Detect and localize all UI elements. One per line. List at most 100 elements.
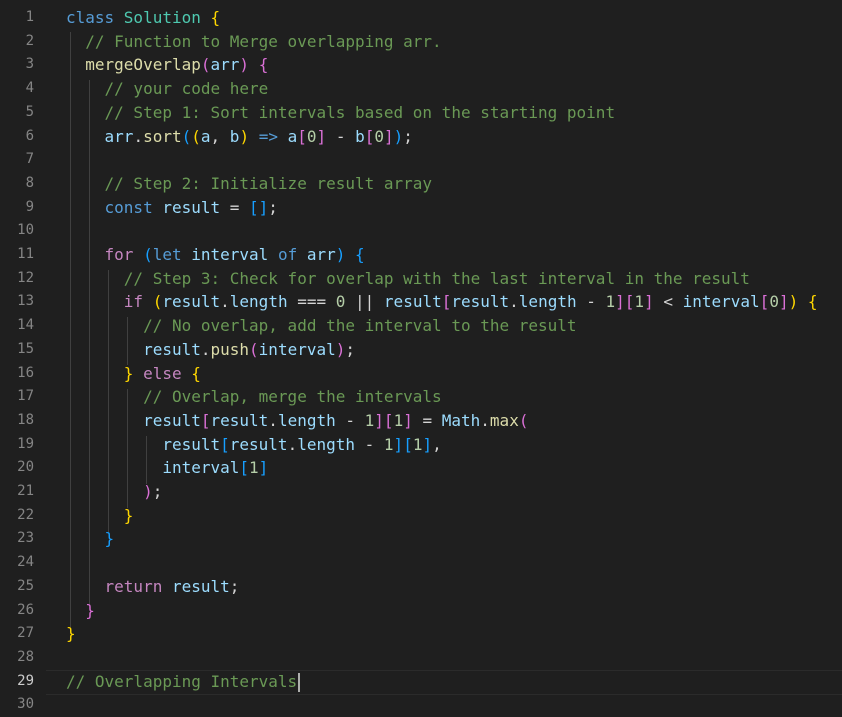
code-line[interactable]: 12 // Step 3: Check for overlap with the… (0, 267, 842, 291)
code-line[interactable]: 19 result[result.length - 1][1], (0, 433, 842, 457)
line-code: } else { (66, 362, 201, 386)
line-code: // No overlap, add the interval to the r… (66, 314, 576, 338)
code-line[interactable]: 27} (0, 622, 842, 646)
code-token: // Step 3: Check for overlap with the la… (123, 268, 750, 288)
line-code: } (66, 622, 76, 646)
code-line[interactable]: 1 class Solution { (0, 6, 842, 30)
code-line[interactable]: 22 } (0, 504, 842, 528)
code-line[interactable]: 9 const result = []; (0, 196, 842, 220)
code-token: max (489, 410, 519, 430)
code-token: } (66, 624, 76, 644)
code-token: ] (778, 292, 789, 312)
code-line[interactable]: 14 // No overlap, add the interval to th… (0, 314, 842, 338)
code-token: [ (220, 434, 230, 454)
code-line[interactable]: 11 for (let interval of arr) { (0, 243, 842, 267)
code-token: { (210, 8, 221, 27)
code-line[interactable]: 16 } else { (0, 362, 842, 386)
code-line[interactable]: 7 (0, 148, 842, 172)
code-line[interactable]: 18 result[result.length - 1][1] = Math.m… (0, 409, 842, 433)
line-code: // Step 1: Sort intervals based on the s… (66, 101, 616, 125)
code-line[interactable]: 13 if (result.length === 0 || result[res… (0, 290, 842, 314)
code-token: ] (615, 292, 625, 312)
code-token: mergeOverlap (85, 55, 201, 75)
code-token: 1 (249, 458, 259, 478)
line-number: 14 (17, 317, 34, 334)
line-code: } (66, 527, 115, 551)
code-token: result (210, 410, 269, 430)
code-line[interactable]: 29 // Overlapping Intervals (0, 670, 842, 694)
code-token: ] (384, 126, 394, 146)
line-code: interval[1] (66, 456, 268, 480)
code-editor[interactable]: 1 class Solution {2 // Function to Merge … (0, 0, 842, 712)
code-line[interactable]: 15 result.push(interval); (0, 338, 842, 362)
code-token: [ (364, 126, 375, 146)
code-line[interactable]: 3 mergeOverlap(arr) { (0, 53, 842, 77)
code-line[interactable]: 24 (0, 551, 842, 575)
code-token: . (287, 434, 298, 454)
code-line[interactable]: 8 // Step 2: Initialize result array (0, 172, 842, 196)
code-token: let (152, 245, 192, 264)
code-token: [ (239, 458, 250, 478)
code-token: // Step 2: Initialize result array (104, 173, 433, 193)
code-token: [ (441, 292, 452, 312)
code-token: ( (152, 292, 163, 312)
code-token: length (277, 410, 336, 430)
line-code: if (result.length === 0 || result[result… (66, 290, 818, 314)
code-token: . (220, 292, 230, 312)
code-line[interactable]: 21 ); (0, 480, 842, 504)
code-token: ) (239, 126, 250, 146)
code-line[interactable]: 17 // Overlap, merge the intervals (0, 385, 842, 409)
code-line[interactable]: 28 (0, 646, 842, 670)
line-number: 24 (17, 554, 34, 571)
code-token: ) (335, 339, 346, 359)
code-token: { (191, 363, 201, 383)
code-line[interactable]: 2 // Function to Merge overlapping arr. (0, 30, 842, 54)
code-line[interactable]: 25 return result; (0, 575, 842, 599)
code-line[interactable]: 20 interval[1] (0, 456, 842, 480)
line-code: // Overlapping Intervals (66, 670, 301, 694)
code-token: < (653, 292, 683, 312)
code-token: [ (403, 434, 413, 454)
code-line[interactable]: 30 (0, 693, 842, 717)
code-token: - (326, 126, 356, 146)
code-token: { (355, 245, 365, 264)
code-token: . (480, 410, 490, 430)
code-token: ( (200, 55, 211, 75)
code-token: ) (393, 126, 404, 146)
code-line[interactable]: 26 } (0, 599, 842, 623)
code-token: ( (191, 126, 201, 146)
line-number: 21 (17, 483, 34, 499)
line-number: 22 (17, 506, 34, 523)
line-code: // Step 3: Check for overlap with the la… (66, 267, 750, 291)
code-line[interactable]: 4 // your code here (0, 77, 842, 101)
code-token: interval (682, 292, 760, 312)
line-number: 1 (25, 9, 34, 25)
line-code: mergeOverlap(arr) { (66, 53, 268, 77)
line-number: 28 (17, 648, 34, 665)
code-token: of (277, 245, 307, 264)
code-token: ) (788, 292, 799, 312)
code-line[interactable]: 23 } (0, 527, 842, 551)
code-token: if (123, 292, 153, 312)
code-token: ] (393, 434, 404, 454)
code-line[interactable]: 5 // Step 1: Sort intervals based on the… (0, 101, 842, 125)
line-code: // your code here (66, 77, 269, 101)
code-line[interactable]: 6 arr.sort((a, b) => a[0] - b[0]); (0, 125, 842, 149)
code-token: const (104, 197, 163, 217)
line-number: 5 (25, 103, 34, 120)
code-token: else (143, 363, 192, 383)
code-line[interactable]: 10 (0, 219, 842, 243)
